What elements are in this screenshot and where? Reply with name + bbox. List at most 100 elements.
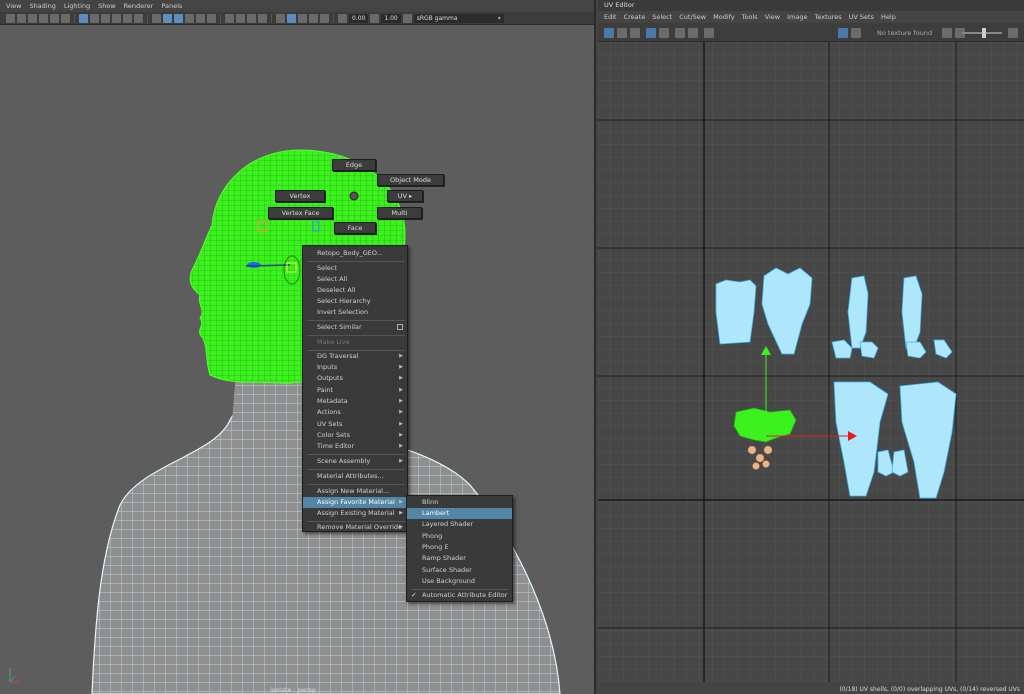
menu-assign-existing-material[interactable]: Assign Existing Material ▶ — [303, 508, 407, 519]
grid-icon[interactable] — [79, 13, 88, 23]
submenu-lambert[interactable]: Lambert — [407, 508, 512, 519]
perspective-viewport[interactable]: View Shading Lighting Show Renderer Pane… — [0, 0, 596, 694]
shadows-icon[interactable] — [207, 13, 216, 23]
menu-paint[interactable]: Paint ▶ — [303, 385, 407, 396]
uv-menu-textures[interactable]: Textures — [814, 13, 841, 21]
menu-panels[interactable]: Panels — [161, 2, 182, 10]
uv-menu-select[interactable]: Select — [652, 13, 672, 21]
submenu-phong[interactable]: Phong — [407, 531, 512, 542]
option-box-icon[interactable] — [397, 324, 403, 330]
marking-uv[interactable]: UV ▸ — [387, 190, 423, 202]
menu-remove-material-override[interactable]: Remove Material Override ▶ — [303, 522, 407, 533]
menu-deselect-all[interactable]: Deselect All — [303, 285, 407, 296]
image-plane-icon[interactable] — [39, 13, 48, 23]
marking-vertex-face[interactable]: Vertex Face — [268, 207, 333, 219]
lights-icon[interactable] — [196, 13, 205, 23]
uv-menu-tools[interactable]: Tools — [742, 13, 758, 21]
uv-snapshot-icon[interactable] — [704, 28, 714, 38]
uv-checker-icon[interactable] — [646, 28, 656, 38]
uv-menu-help[interactable]: Help — [881, 13, 896, 21]
marking-edge[interactable]: Edge — [332, 159, 376, 171]
menu-actions[interactable]: Actions ▶ — [303, 407, 407, 418]
depth-of-field-icon[interactable] — [258, 13, 267, 23]
uv-color-icon[interactable] — [1008, 28, 1018, 38]
safe-action-icon[interactable] — [134, 13, 143, 23]
resolution-gate-icon[interactable] — [101, 13, 110, 23]
xray-joints-icon[interactable] — [298, 13, 307, 23]
menu-select-similar[interactable]: Select Similar — [303, 322, 407, 333]
exposure-icon[interactable] — [338, 13, 347, 23]
uv-menu-image[interactable]: Image — [787, 13, 807, 21]
menu-outputs[interactable]: Outputs ▶ — [303, 373, 407, 384]
submenu-phong-e[interactable]: Phong E — [407, 542, 512, 553]
menu-metadata[interactable]: Metadata ▶ — [303, 396, 407, 407]
bookmark-icon[interactable] — [28, 13, 37, 23]
menu-time-editor[interactable]: Time Editor ▶ — [303, 441, 407, 452]
grease-pencil-icon[interactable] — [61, 13, 70, 23]
submenu-use-background[interactable]: Use Background — [407, 576, 512, 587]
uv-image-display-icon[interactable] — [838, 28, 848, 38]
anti-aliasing-icon[interactable] — [247, 13, 256, 23]
camera-attributes-icon[interactable] — [17, 13, 26, 23]
gate-mask-icon[interactable] — [112, 13, 121, 23]
gamma-field[interactable]: 1.00 — [381, 13, 401, 23]
exposure-field[interactable]: 0.00 — [349, 13, 369, 23]
uv-dim-image-icon[interactable] — [942, 28, 952, 38]
menu-assign-new-material[interactable]: Assign New Material... — [303, 486, 407, 497]
menu-select[interactable]: Select — [303, 263, 407, 274]
uv-canvas[interactable] — [598, 42, 1024, 682]
submenu-blinn[interactable]: Blinn — [407, 497, 512, 508]
field-chart-icon[interactable] — [123, 13, 132, 23]
uv-menu-modify[interactable]: Modify — [713, 13, 735, 21]
motion-blur-icon[interactable] — [236, 13, 245, 23]
xray-icon[interactable] — [287, 13, 296, 23]
view-transform-dropdown[interactable]: sRGB gamma — [413, 13, 504, 23]
uv-menu-view[interactable]: View — [765, 13, 780, 21]
texture-dropdown[interactable]: No texture found — [877, 29, 932, 37]
marking-vertex[interactable]: Vertex — [275, 190, 325, 202]
marking-face[interactable]: Face — [334, 222, 376, 234]
uv-grid-icon[interactable] — [604, 28, 614, 38]
submenu-automatic-attribute-editor[interactable]: ✓ Automatic Attribute Editor — [407, 590, 512, 601]
2d-pan-icon[interactable] — [50, 13, 59, 23]
menu-material-attributes[interactable]: Material Attributes... — [303, 471, 407, 482]
wireframe-on-shaded-icon[interactable] — [174, 13, 183, 23]
marking-multi[interactable]: Multi — [377, 207, 422, 219]
uv-pixel-snap-icon[interactable] — [675, 28, 685, 38]
menu-uv-sets[interactable]: UV Sets ▶ — [303, 419, 407, 430]
uv-menu-cut-sew[interactable]: Cut/Sew — [679, 13, 706, 21]
uv-menu-edit[interactable]: Edit — [604, 13, 617, 21]
uv-border-icon[interactable] — [659, 28, 669, 38]
menu-title[interactable]: Retopo_Body_GEO... — [303, 248, 407, 259]
film-gate-icon[interactable] — [90, 13, 99, 23]
isolate-select-icon[interactable] — [276, 13, 285, 23]
menu-view[interactable]: View — [6, 2, 21, 10]
submenu-layered-shader[interactable]: Layered Shader — [407, 519, 512, 530]
camera-icon[interactable] — [6, 13, 15, 23]
uv-shaded-icon[interactable] — [617, 28, 627, 38]
gamma-icon[interactable] — [370, 13, 380, 23]
uv-isolate-icon[interactable] — [688, 28, 698, 38]
menu-inputs[interactable]: Inputs ▶ — [303, 362, 407, 373]
backface-culling-icon[interactable] — [320, 13, 329, 23]
marking-object-mode[interactable]: Object Mode — [377, 174, 444, 186]
submenu-ramp-shader[interactable]: Ramp Shader — [407, 553, 512, 564]
wireframe-icon[interactable] — [152, 13, 161, 23]
menu-shading[interactable]: Shading — [29, 2, 55, 10]
image-dim-slider-handle[interactable] — [982, 28, 986, 38]
smooth-shade-icon[interactable] — [163, 13, 172, 23]
menu-show[interactable]: Show — [98, 2, 116, 10]
uv-menu-create[interactable]: Create — [624, 13, 646, 21]
uv-distortion-icon[interactable] — [630, 28, 640, 38]
uv-menu-uv-sets[interactable]: UV Sets — [849, 13, 874, 21]
menu-invert-selection[interactable]: Invert Selection — [303, 307, 407, 318]
menu-dg-traversal[interactable]: DG Traversal ▶ — [303, 351, 407, 362]
textured-icon[interactable] — [185, 13, 194, 23]
menu-select-hierarchy[interactable]: Select Hierarchy — [303, 296, 407, 307]
menu-renderer[interactable]: Renderer — [124, 2, 154, 10]
menu-lighting[interactable]: Lighting — [64, 2, 90, 10]
ambient-occlusion-icon[interactable] — [225, 13, 234, 23]
xray-components-icon[interactable] — [309, 13, 318, 23]
menu-color-sets[interactable]: Color Sets ▶ — [303, 430, 407, 441]
menu-assign-favorite-material[interactable]: Assign Favorite Material ▶ — [303, 497, 407, 508]
